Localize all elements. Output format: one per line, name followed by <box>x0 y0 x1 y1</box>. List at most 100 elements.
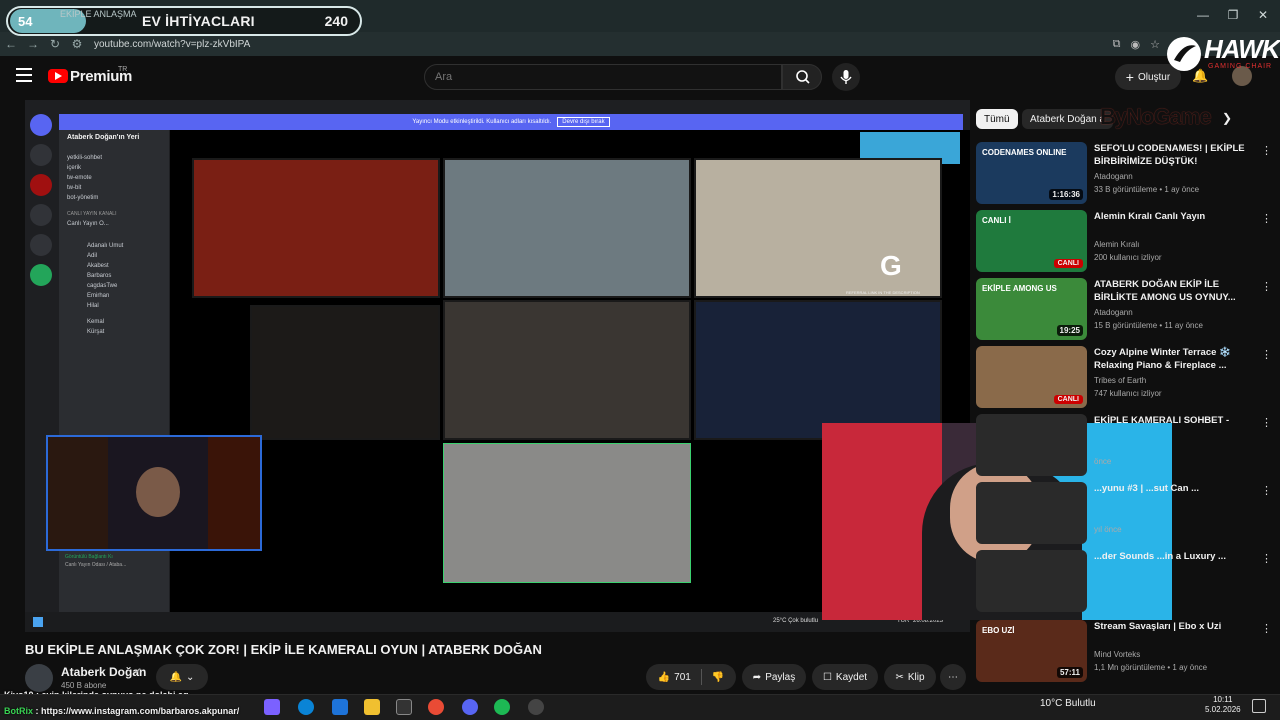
video-thumbnail[interactable]: EBO UZİ 57:11 <box>976 620 1087 682</box>
video-tile <box>694 300 942 440</box>
more-vert-icon[interactable]: ⋮ <box>1261 484 1272 497</box>
subscriber-count: 450 B abone <box>61 681 107 690</box>
video-tile <box>443 443 691 583</box>
rec-title[interactable]: SEFO'LU CODENAMES! | EKİPLE BİRBİRİMİZE … <box>1094 142 1254 168</box>
youtube-header: Premium TR +Oluştur 🔔 <box>0 56 1280 100</box>
more-vert-icon[interactable]: ⋮ <box>1261 416 1272 429</box>
video-thumbnail[interactable]: CANLI İ CANLI <box>976 210 1087 272</box>
rec-title[interactable]: Stream Savaşları | Ebo x Uzi <box>1094 620 1254 633</box>
rec-meta: önce <box>1094 457 1112 466</box>
video-tile <box>192 158 440 298</box>
thumbs-down-icon[interactable]: 👎 <box>712 672 724 683</box>
weather-status[interactable]: 10°C Bulutlu <box>1040 698 1096 709</box>
notification-center-icon[interactable] <box>1252 699 1266 713</box>
chrome-icon[interactable] <box>428 699 444 715</box>
rec-title[interactable]: EKİPLE KAMERALI SOHBET - <box>1094 414 1254 427</box>
bookmark-star-icon[interactable]: ☆ <box>1150 38 1160 51</box>
voice-user: Kemal <box>87 319 105 325</box>
video-thumbnail[interactable] <box>976 414 1087 476</box>
recommendation-item[interactable]: ...yunu #3 | ...sut Can ... yıl önce ⋮ <box>976 482 1272 546</box>
rec-title[interactable]: ...yunu #3 | ...sut Can ... <box>1094 482 1254 495</box>
chevron-right-icon[interactable]: ❯ <box>1222 111 1232 125</box>
more-vert-icon[interactable]: ⋮ <box>1261 144 1272 157</box>
clip-button[interactable]: ✂ Klip <box>884 664 936 690</box>
more-vert-icon[interactable]: ⋮ <box>1261 280 1272 293</box>
recommendation-item[interactable]: ...der Sounds ...in a Luxury ... ⋮ <box>976 550 1272 614</box>
share-button[interactable]: ➦ Paylaş <box>742 664 806 690</box>
voice-user: Emirhan <box>87 293 110 299</box>
reload-icon[interactable]: ↻ <box>44 37 66 51</box>
channel-item[interactable]: tw-bit <box>67 185 169 191</box>
eye-off-icon[interactable]: ◉ <box>1131 38 1141 51</box>
video-thumbnail[interactable] <box>976 482 1087 544</box>
search-input[interactable] <box>424 64 782 90</box>
recommendation-item[interactable]: CANLI İ CANLI Alemin Kıralı Canlı Yayın Ale… <box>976 210 1272 274</box>
voice-search-button[interactable] <box>832 63 860 91</box>
rec-channel[interactable]: Tribes of Earth <box>1094 376 1146 385</box>
url-text[interactable]: youtube.com/watch?v=plz-zkVbIPA <box>94 39 250 50</box>
video-thumbnail[interactable]: EKİPLE AMONG US 19:25 <box>976 278 1087 340</box>
more-vert-icon[interactable]: ⋮ <box>1261 212 1272 225</box>
subscribed-button[interactable]: 🔔 ⌄ <box>156 664 208 690</box>
video-thumbnail[interactable]: CANLI <box>976 346 1087 408</box>
more-vert-icon[interactable]: ⋮ <box>1261 552 1272 565</box>
scissors-icon: ✂ <box>895 671 904 683</box>
voice-channel[interactable]: Canlı Yayın O... <box>67 221 169 227</box>
channel-item[interactable]: bot-yönetim <box>67 195 169 201</box>
channel-item[interactable]: tw-emote <box>67 175 169 181</box>
like-count: 701 <box>674 671 691 683</box>
save-button[interactable]: ☐ Kaydet <box>812 664 878 690</box>
rec-channel[interactable]: Alemin Kıralı <box>1094 240 1139 249</box>
more-icon: ⋯ <box>948 671 958 683</box>
recommendation-item[interactable]: CODENAMES ONLINE 1:16:36 SEFO'LU CODENAMES… <box>976 142 1272 206</box>
more-vert-icon[interactable]: ⋮ <box>1261 622 1272 635</box>
hamburger-menu-icon[interactable] <box>16 68 32 82</box>
rec-title[interactable]: Alemin Kıralı Canlı Yayın <box>1094 210 1254 223</box>
plus-icon: + <box>1125 69 1134 85</box>
more-vert-icon[interactable]: ⋮ <box>1261 348 1272 361</box>
rec-meta: 200 kullanıcı izliyor <box>1094 253 1162 262</box>
rec-channel[interactable]: Atadogann <box>1094 308 1133 317</box>
forward-icon[interactable]: → <box>22 37 44 51</box>
spotify-icon[interactable] <box>494 699 510 715</box>
system-clock[interactable]: 10:11 5.02.2026 <box>1205 695 1241 715</box>
youtube-logo-icon[interactable] <box>48 69 68 83</box>
folder-icon[interactable] <box>364 699 380 715</box>
rec-title[interactable]: Cozy Alpine Winter Terrace ❄️ Relaxing P… <box>1094 346 1254 372</box>
browser-tab-title[interactable]: EKİPLE ANLAŞMA <box>60 9 137 19</box>
obs-icon[interactable] <box>528 699 544 715</box>
search-button[interactable] <box>782 64 822 90</box>
app-icon[interactable] <box>264 699 280 715</box>
hawk-sponsor-logo: HAWK GAMING CHAIR <box>1166 34 1280 76</box>
recommendation-item[interactable]: EBO UZİ 57:11 Stream Savaşları | Ebo x Uzi… <box>976 620 1272 684</box>
hawk-text: HAWK <box>1204 34 1280 64</box>
discord-icon[interactable] <box>462 699 478 715</box>
edge-icon[interactable] <box>298 699 314 715</box>
rec-channel[interactable]: Atadogann <box>1094 172 1133 181</box>
back-icon[interactable]: ← <box>0 37 22 51</box>
channel-item[interactable]: içerik <box>67 165 169 171</box>
close-icon[interactable]: ✕ <box>1252 8 1274 22</box>
like-button[interactable]: 👍 701 <box>658 672 691 683</box>
recommendation-item[interactable]: EKİPLE AMONG US 19:25 ATABERK DOĞAN EKİP İ… <box>976 278 1272 342</box>
recommendation-item[interactable]: CANLI Cozy Alpine Winter Terrace ❄️ Relax… <box>976 346 1272 410</box>
rec-title[interactable]: ...der Sounds ...in a Luxury ... <box>1094 550 1254 563</box>
minimize-icon[interactable]: — <box>1192 8 1214 22</box>
video-thumbnail[interactable]: CODENAMES ONLINE 1:16:36 <box>976 142 1087 204</box>
chip-all[interactable]: Tümü <box>976 109 1018 129</box>
maximize-icon[interactable]: ❐ <box>1222 8 1244 22</box>
video-thumbnail[interactable] <box>976 550 1087 612</box>
site-info-icon[interactable]: ⚙ <box>66 37 88 51</box>
rec-title[interactable]: ATABERK DOĞAN EKİP İLE BİRLİKTE AMONG US… <box>1094 278 1254 304</box>
settings-icon[interactable] <box>396 699 412 715</box>
bookmark-icon: ☐ <box>822 671 832 683</box>
recommendation-item[interactable]: EKİPLE KAMERALI SOHBET - önce ⋮ <box>976 414 1272 478</box>
rec-channel[interactable]: Mind Vorteks <box>1094 650 1140 659</box>
install-icon[interactable]: ⧉ <box>1113 38 1121 51</box>
disable-button[interactable]: Devre dışı bırak <box>557 117 610 127</box>
mail-icon[interactable] <box>332 699 348 715</box>
more-actions-button[interactable]: ⋯ <box>940 664 966 690</box>
channel-avatar[interactable] <box>25 664 53 692</box>
video-title: BU EKİPLE ANLAŞMAK ÇOK ZOR! | EKİP İLE K… <box>25 642 542 657</box>
channel-item[interactable]: yetkili-sohbet <box>67 155 169 161</box>
